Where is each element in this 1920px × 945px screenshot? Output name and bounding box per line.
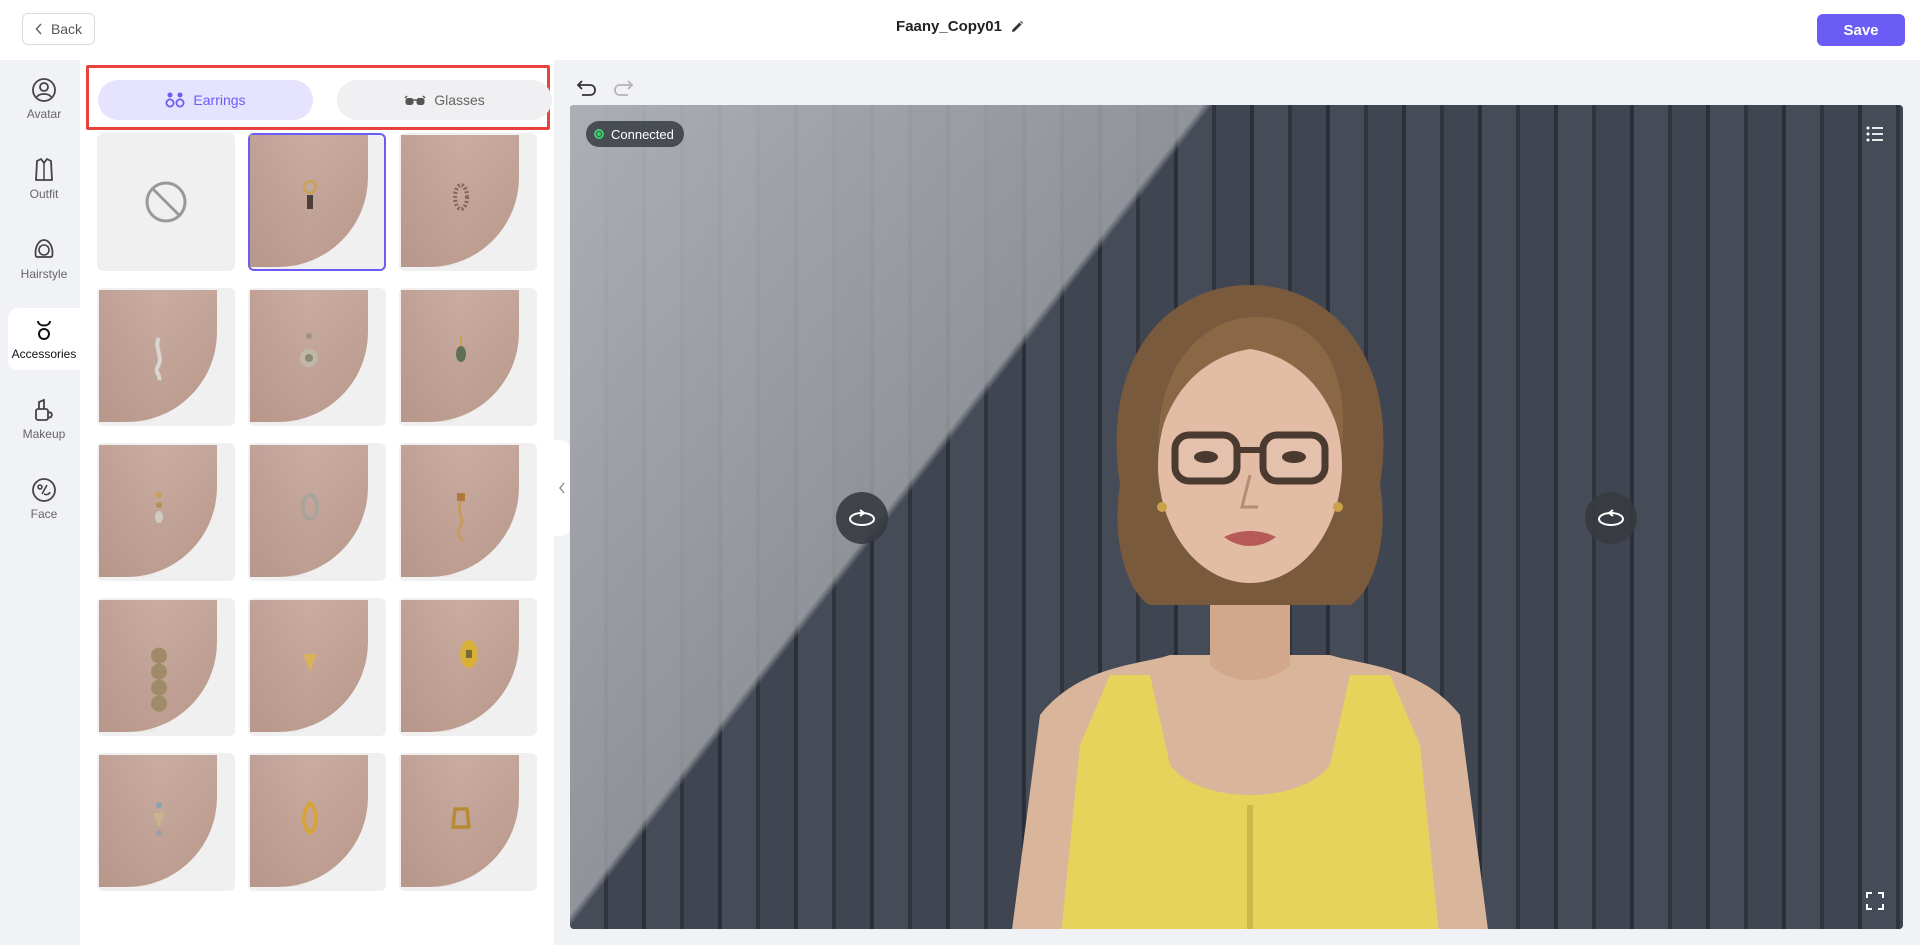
nav-label-outfit: Outfit xyxy=(29,187,59,201)
category-sidebar: Avatar Outfit Hairstyle Accessories Make… xyxy=(0,60,80,945)
earring-thumbnail xyxy=(153,802,165,836)
tab-glasses-label: Glasses xyxy=(434,92,485,108)
earrings-icon xyxy=(165,92,185,108)
edit-pencil-icon[interactable] xyxy=(1010,20,1024,34)
avatar-icon xyxy=(32,78,56,102)
redo-icon[interactable] xyxy=(612,76,636,100)
earring-thumbnail xyxy=(303,180,317,209)
earring-thumbnail xyxy=(451,807,471,829)
avatar-preview-viewport[interactable]: Connected xyxy=(570,105,1903,929)
chevron-left-icon xyxy=(559,482,565,494)
nav-label-accessories: Accessories xyxy=(11,347,77,361)
earring-option[interactable] xyxy=(399,753,537,891)
face-icon xyxy=(32,478,56,502)
earring-option[interactable] xyxy=(399,133,537,271)
tab-glasses[interactable]: Glasses xyxy=(337,80,552,120)
accessory-type-tabs: Earrings Glasses xyxy=(86,65,552,130)
nav-label-avatar: Avatar xyxy=(26,107,62,121)
save-button[interactable]: Save xyxy=(1817,14,1905,46)
earring-option[interactable] xyxy=(248,288,386,426)
earring-thumbnail xyxy=(151,647,167,712)
earring-option[interactable] xyxy=(399,598,537,736)
earring-thumbnail xyxy=(302,800,318,836)
nav-label-hairstyle: Hairstyle xyxy=(20,267,68,281)
rotate-icon xyxy=(1598,509,1624,526)
nav-item-accessories[interactable]: Accessories xyxy=(8,308,80,370)
earring-option-none[interactable] xyxy=(97,133,235,271)
earring-thumbnail xyxy=(303,654,317,672)
earring-thumbnail xyxy=(456,336,466,362)
earring-option[interactable] xyxy=(248,443,386,581)
top-bar: Back Faany_Copy01 Save xyxy=(0,0,1920,60)
hairstyle-icon xyxy=(34,239,54,258)
fullscreen-icon[interactable] xyxy=(1861,887,1889,915)
earring-thumbnail xyxy=(300,333,318,367)
rotate-left-button[interactable] xyxy=(836,492,888,544)
tab-earrings-label: Earrings xyxy=(193,92,246,108)
earring-thumbnail xyxy=(154,336,162,381)
earring-option[interactable] xyxy=(399,443,537,581)
earring-option[interactable] xyxy=(97,443,235,581)
tab-earrings[interactable]: Earrings xyxy=(98,80,313,120)
earring-option[interactable] xyxy=(97,598,235,736)
accessories-icon xyxy=(37,320,51,340)
connection-status-badge: Connected xyxy=(586,121,684,147)
rotate-right-button[interactable] xyxy=(1585,492,1637,544)
earring-option[interactable] xyxy=(97,753,235,891)
nav-item-avatar[interactable]: Avatar xyxy=(8,68,80,130)
back-label: Back xyxy=(50,21,83,37)
earring-thumbnail xyxy=(301,493,319,521)
earring-option[interactable] xyxy=(399,288,537,426)
status-dot-icon xyxy=(594,129,604,139)
no-accessory-icon xyxy=(145,181,187,223)
project-title: Faany_Copy01 xyxy=(896,18,1002,35)
earring-option[interactable] xyxy=(248,598,386,736)
rotate-icon xyxy=(849,509,875,526)
outfit-icon xyxy=(35,158,53,181)
nav-item-hairstyle[interactable]: Hairstyle xyxy=(8,228,80,290)
undo-icon[interactable] xyxy=(574,76,598,100)
accessories-panel: Earrings Glasses xyxy=(80,60,554,945)
nav-item-outfit[interactable]: Outfit xyxy=(8,148,80,210)
nav-label-makeup: Makeup xyxy=(22,427,66,441)
avatar-render xyxy=(1012,285,1488,929)
back-button[interactable]: Back xyxy=(22,13,95,45)
earring-option[interactable] xyxy=(248,753,386,891)
earring-thumbnail xyxy=(456,493,465,543)
nav-label-face: Face xyxy=(30,507,58,521)
chevron-left-icon xyxy=(35,23,42,35)
nav-item-makeup[interactable]: Makeup xyxy=(8,388,80,450)
preview-area: Connected xyxy=(554,60,1920,945)
list-menu-icon[interactable] xyxy=(1861,120,1889,148)
makeup-icon xyxy=(35,398,53,421)
earring-option[interactable] xyxy=(248,133,386,271)
glasses-icon xyxy=(404,95,426,105)
earring-thumbnail xyxy=(460,640,478,668)
collapse-panel-button[interactable] xyxy=(554,440,570,536)
earring-option[interactable] xyxy=(97,288,235,426)
nav-item-face[interactable]: Face xyxy=(8,468,80,530)
connection-status-label: Connected xyxy=(611,126,674,142)
earring-thumbnail xyxy=(453,183,469,211)
earring-thumbnail xyxy=(155,492,163,523)
